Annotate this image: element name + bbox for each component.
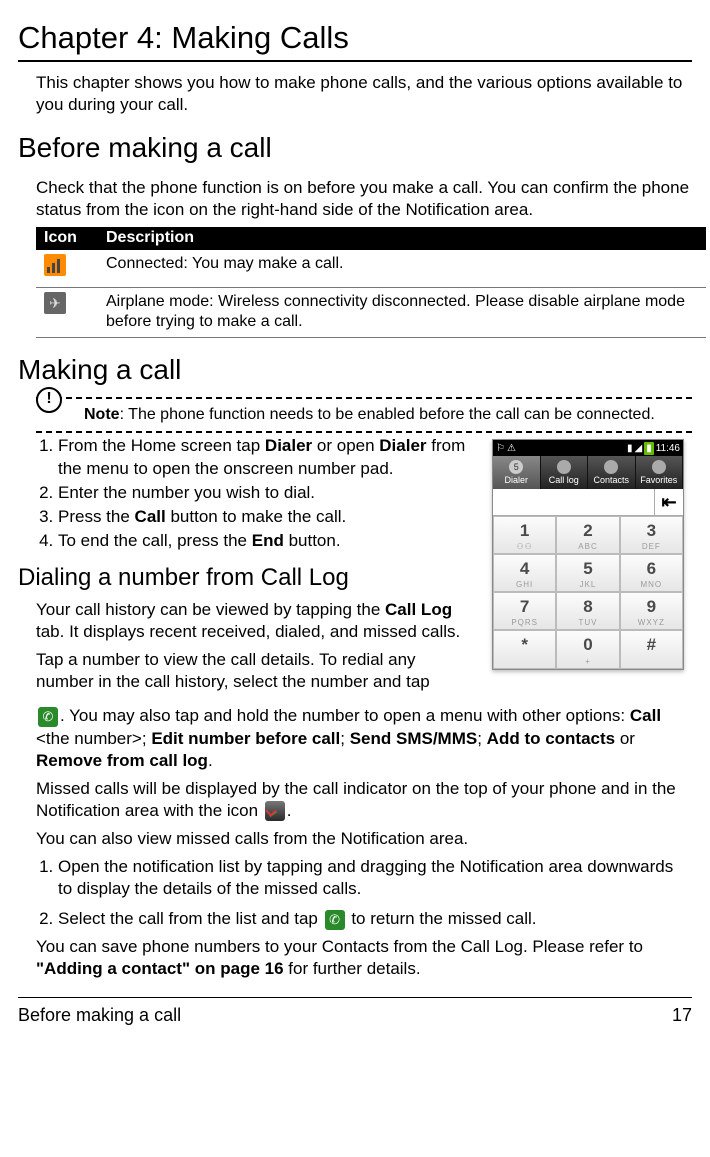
- key-2[interactable]: 2ABC: [556, 516, 619, 554]
- tab-badge: 5: [509, 460, 523, 474]
- key-star[interactable]: *: [493, 630, 556, 668]
- tab-dialer[interactable]: 5Dialer: [493, 456, 541, 489]
- page-footer: Before making a call 17: [18, 997, 692, 1027]
- key-hash[interactable]: #: [620, 630, 683, 668]
- airplane-desc: Airplane mode: Wireless connectivity dis…: [98, 287, 706, 338]
- notification-steps: Open the notification list by tapping an…: [36, 856, 692, 930]
- statusbar: ⚐⚠ ▮◢▮11:46: [493, 440, 683, 456]
- table-row: Airplane mode: Wireless connectivity dis…: [36, 287, 706, 338]
- key-4[interactable]: 4GHI: [493, 554, 556, 592]
- list-item: Open the notification list by tapping an…: [58, 856, 692, 900]
- tab-contacts[interactable]: Contacts: [588, 456, 636, 489]
- status-icon-table: Icon Description Connected: You may make…: [36, 227, 706, 338]
- before-heading: Before making a call: [18, 130, 692, 166]
- key-0[interactable]: 0+: [556, 630, 619, 668]
- keypad: 1⚇⚇ 2ABC 3DEF 4GHI 5JKL 6MNO 7PQRS 8TUV …: [493, 516, 683, 668]
- backspace-button[interactable]: ⇤: [654, 489, 683, 515]
- making-heading: Making a call: [18, 352, 692, 388]
- key-3[interactable]: 3DEF: [620, 516, 683, 554]
- sd-icon: ▮: [627, 442, 633, 455]
- tab-call-log[interactable]: Call log: [541, 456, 589, 489]
- missed-call-icon: [265, 801, 285, 821]
- col-description: Description: [98, 227, 706, 250]
- clock: 11:46: [656, 442, 680, 455]
- note-label: Note: [84, 406, 120, 423]
- note-body: : The phone function needs to be enabled…: [120, 406, 655, 423]
- col-icon: Icon: [36, 227, 98, 250]
- signal-small-icon: ◢: [634, 442, 642, 455]
- key-6[interactable]: 6MNO: [620, 554, 683, 592]
- calllog-p3: . You may also tap and hold the number t…: [36, 705, 692, 771]
- battery-icon: ▮: [644, 442, 654, 455]
- key-8[interactable]: 8TUV: [556, 592, 619, 630]
- table-row: Connected: You may make a call.: [36, 250, 706, 287]
- number-display: ⇤: [493, 489, 683, 516]
- connected-desc: Connected: You may make a call.: [98, 250, 706, 287]
- dialer-screenshot: ⚐⚠ ▮◢▮11:46 5Dialer Call log Contacts Fa…: [492, 439, 684, 669]
- key-7[interactable]: 7PQRS: [493, 592, 556, 630]
- chapter-title: Chapter 4: Making Calls: [18, 18, 692, 62]
- list-item: Select the call from the list and tap to…: [58, 908, 692, 930]
- warning-icon: ⚠: [507, 442, 516, 455]
- calllog-p6: You can save phone numbers to your Conta…: [36, 936, 692, 980]
- dialer-tabs: 5Dialer Call log Contacts Favorites: [493, 456, 683, 489]
- call-icon: [38, 707, 58, 727]
- airplane-icon: [44, 292, 66, 314]
- key-1[interactable]: 1⚇⚇: [493, 516, 556, 554]
- alert-icon: !: [36, 387, 62, 413]
- intro-text: This chapter shows you how to make phone…: [36, 72, 692, 116]
- calllog-p4: Missed calls will be displayed by the ca…: [36, 778, 692, 822]
- key-5[interactable]: 5JKL: [556, 554, 619, 592]
- note-block: ! Note: The phone function needs to be e…: [36, 397, 692, 434]
- signal-icon: [44, 254, 66, 276]
- tab-favorites[interactable]: Favorites: [636, 456, 684, 489]
- notification-icon: ⚐: [496, 442, 505, 455]
- before-body: Check that the phone function is on befo…: [36, 177, 692, 221]
- calllog-p5: You can also view missed calls from the …: [36, 828, 692, 850]
- call-icon: [325, 910, 345, 930]
- footer-left: Before making a call: [18, 1004, 181, 1027]
- key-9[interactable]: 9WXYZ: [620, 592, 683, 630]
- page-number: 17: [672, 1004, 692, 1027]
